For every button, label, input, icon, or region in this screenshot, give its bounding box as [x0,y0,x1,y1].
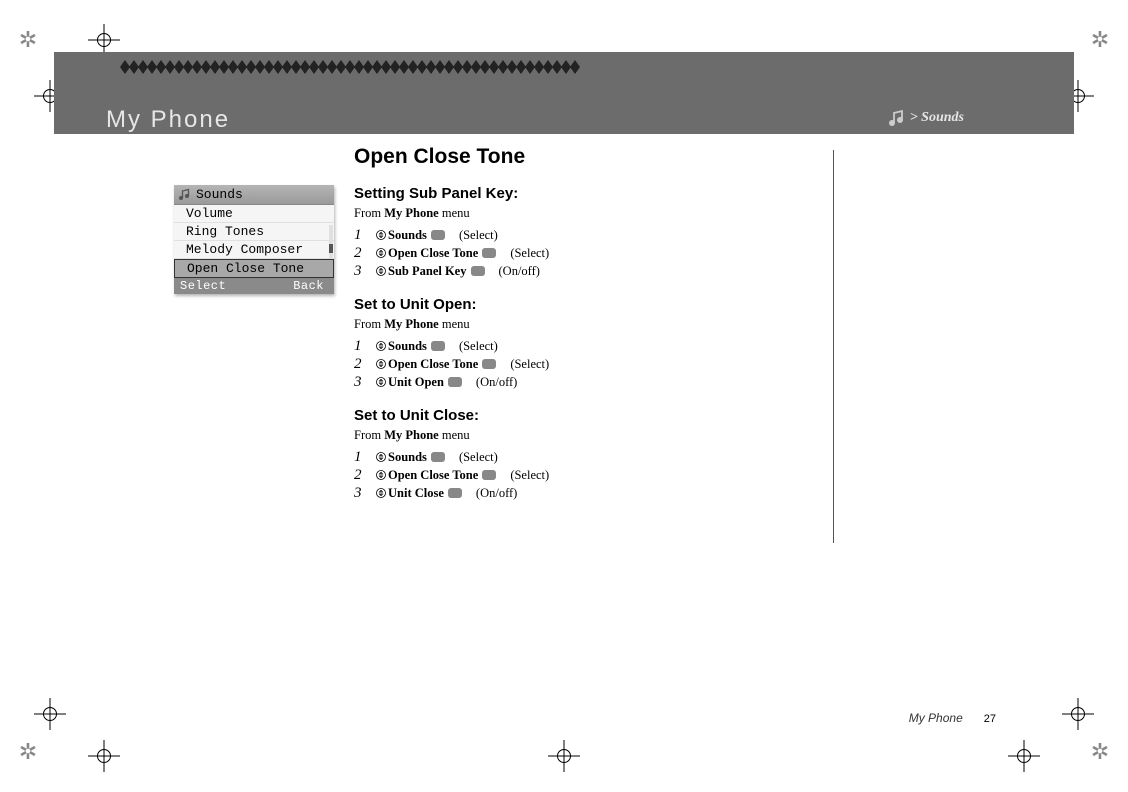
section-heading: Set to Unit Open: [354,296,804,313]
step-row: 2 Open Close Tone (Select) [354,356,804,373]
section-from-line: From My Phone menu [354,428,804,443]
nav-arrow-icon [376,341,386,351]
decorative-diamond-row [120,60,590,74]
phone-menu-item: Ring Tones [174,223,334,241]
step-list: 1 Sounds (Select) 2 Open Close Tone (Select) 3… [354,338,804,391]
step-action: (On/off) [476,486,517,501]
step-action: (Select) [459,228,498,243]
sounds-icon [886,108,906,128]
page-frame: My Phone > Sounds Sounds [54,30,1074,730]
softkey-button-icon [471,266,485,276]
softkey-button-icon [448,488,462,498]
breadcrumb: > Sounds [886,108,964,128]
nav-arrow-icon [376,359,386,369]
softkey-button-icon [482,248,496,258]
nav-arrow-icon [376,230,386,240]
registration-mark-icon [1008,740,1040,772]
sounds-icon [177,187,191,201]
step-item-name: Open Close Tone [388,468,478,483]
step-row: 1 Sounds (Select) [354,449,804,466]
phone-menu-screenshot: Sounds Volume Ring Tones Melody Composer… [174,185,334,294]
step-item-name: Sounds [388,228,427,243]
step-item-name: Unit Open [388,375,444,390]
step-item-name: Unit Close [388,486,444,501]
registration-mark-icon [88,740,120,772]
page-number: 27 [984,713,996,725]
decorative-star-icon: ✲ [14,738,42,766]
step-row: 3 Unit Close (On/off) [354,485,804,502]
phone-menu-item: Volume [174,205,334,223]
step-action: (Select) [510,468,549,483]
nav-arrow-icon [376,248,386,258]
nav-arrow-icon [376,470,386,480]
step-number: 1 [354,449,374,466]
header-band: My Phone > Sounds [54,52,1074,134]
content-column: Open Close Tone Setting Sub Panel Key: Fr… [354,145,804,503]
section-from-line: From My Phone menu [354,206,804,221]
nav-arrow-icon [376,377,386,387]
phone-menu-title-text: Sounds [196,187,243,202]
softkey-button-icon [431,230,445,240]
softkey-button-icon [431,452,445,462]
step-action: (Select) [459,450,498,465]
softkey-button-icon [448,377,462,387]
section-heading: Set to Unit Close: [354,407,804,424]
softkey-button-icon [482,359,496,369]
step-row: 1 Sounds (Select) [354,338,804,355]
nav-arrow-icon [376,266,386,276]
softkey-left: Select [174,278,252,294]
decorative-star-icon: ✲ [1086,26,1114,54]
decorative-star-icon: ✲ [1086,738,1114,766]
phone-menu-item-selected: Open Close Tone [174,259,334,278]
step-number: 1 [354,338,374,355]
step-list: 1 Sounds (Select) 2 Open Close Tone (Select) 3… [354,449,804,502]
step-item-name: Open Close Tone [388,357,478,372]
phone-menu-item: Melody Composer [174,241,334,259]
step-item-name: Sounds [388,339,427,354]
softkey-right: Back [252,278,334,294]
phone-menu-list: Volume Ring Tones Melody Composer Open C… [174,205,334,278]
step-number: 1 [354,227,374,244]
step-row: 2 Open Close Tone (Select) [354,245,804,262]
step-number: 3 [354,374,374,391]
step-item-name: Sub Panel Key [388,264,467,279]
step-list: 1 Sounds (Select) 2 Open Close Tone (Select) 3… [354,227,804,280]
phone-softkeys: Select Back [174,278,334,294]
step-action: (On/off) [476,375,517,390]
nav-arrow-icon [376,452,386,462]
step-item-name: Sounds [388,450,427,465]
step-action: (Select) [510,357,549,372]
footer-section-title: My Phone [909,711,963,725]
page-title: Open Close Tone [354,145,804,169]
softkey-button-icon [482,470,496,480]
step-row: 3 Unit Open (On/off) [354,374,804,391]
step-action: (On/off) [499,264,540,279]
phone-menu-title: Sounds [174,185,334,205]
decorative-star-icon: ✲ [14,26,42,54]
step-number: 3 [354,485,374,502]
step-action: (Select) [459,339,498,354]
step-number: 3 [354,263,374,280]
section-heading: Setting Sub Panel Key: [354,185,804,202]
breadcrumb-text: > Sounds [910,110,964,125]
step-number: 2 [354,467,374,484]
step-action: (Select) [510,246,549,261]
step-row: 2 Open Close Tone (Select) [354,467,804,484]
step-number: 2 [354,356,374,373]
step-number: 2 [354,245,374,262]
nav-arrow-icon [376,488,386,498]
section-from-line: From My Phone menu [354,317,804,332]
step-row: 3 Sub Panel Key (On/off) [354,263,804,280]
softkey-button-icon [431,341,445,351]
page-footer: My Phone 27 [909,711,996,726]
header-title: My Phone [106,106,230,134]
step-item-name: Open Close Tone [388,246,478,261]
step-row: 1 Sounds (Select) [354,227,804,244]
registration-mark-icon [548,740,580,772]
